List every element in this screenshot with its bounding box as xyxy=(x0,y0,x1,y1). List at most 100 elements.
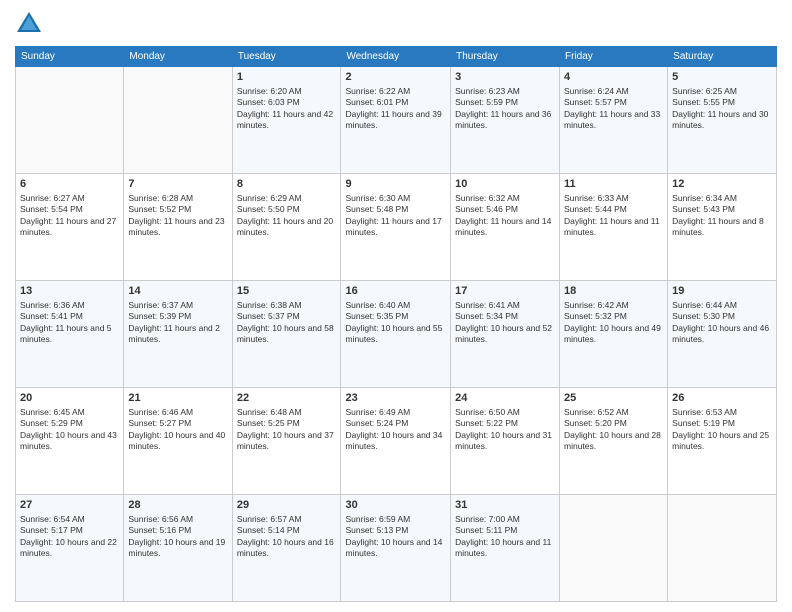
day-info: Sunrise: 6:59 AM Sunset: 5:13 PM Dayligh… xyxy=(345,514,446,560)
table-row: 26Sunrise: 6:53 AM Sunset: 5:19 PM Dayli… xyxy=(668,388,777,495)
calendar-week-row: 20Sunrise: 6:45 AM Sunset: 5:29 PM Dayli… xyxy=(16,388,777,495)
day-info: Sunrise: 6:56 AM Sunset: 5:16 PM Dayligh… xyxy=(128,514,227,560)
logo xyxy=(15,10,47,38)
day-number: 11 xyxy=(564,177,663,192)
table-row: 25Sunrise: 6:52 AM Sunset: 5:20 PM Dayli… xyxy=(560,388,668,495)
table-row: 24Sunrise: 6:50 AM Sunset: 5:22 PM Dayli… xyxy=(451,388,560,495)
col-tuesday: Tuesday xyxy=(232,47,341,67)
day-number: 20 xyxy=(20,391,119,406)
table-row: 29Sunrise: 6:57 AM Sunset: 5:14 PM Dayli… xyxy=(232,495,341,602)
table-row xyxy=(668,495,777,602)
table-row: 1Sunrise: 6:20 AM Sunset: 6:03 PM Daylig… xyxy=(232,67,341,174)
table-row: 17Sunrise: 6:41 AM Sunset: 5:34 PM Dayli… xyxy=(451,281,560,388)
table-row: 20Sunrise: 6:45 AM Sunset: 5:29 PM Dayli… xyxy=(16,388,124,495)
table-row: 15Sunrise: 6:38 AM Sunset: 5:37 PM Dayli… xyxy=(232,281,341,388)
col-wednesday: Wednesday xyxy=(341,47,451,67)
day-info: Sunrise: 6:34 AM Sunset: 5:43 PM Dayligh… xyxy=(672,193,772,239)
table-row: 21Sunrise: 6:46 AM Sunset: 5:27 PM Dayli… xyxy=(124,388,232,495)
day-number: 29 xyxy=(237,498,337,513)
day-number: 15 xyxy=(237,284,337,299)
day-number: 21 xyxy=(128,391,227,406)
day-info: Sunrise: 6:54 AM Sunset: 5:17 PM Dayligh… xyxy=(20,514,119,560)
logo-icon xyxy=(15,10,43,38)
day-info: Sunrise: 6:49 AM Sunset: 5:24 PM Dayligh… xyxy=(345,407,446,453)
day-info: Sunrise: 6:24 AM Sunset: 5:57 PM Dayligh… xyxy=(564,86,663,132)
day-info: Sunrise: 6:32 AM Sunset: 5:46 PM Dayligh… xyxy=(455,193,555,239)
table-row: 14Sunrise: 6:37 AM Sunset: 5:39 PM Dayli… xyxy=(124,281,232,388)
table-row: 7Sunrise: 6:28 AM Sunset: 5:52 PM Daylig… xyxy=(124,174,232,281)
day-number: 3 xyxy=(455,70,555,85)
calendar-week-row: 13Sunrise: 6:36 AM Sunset: 5:41 PM Dayli… xyxy=(16,281,777,388)
calendar-week-row: 6Sunrise: 6:27 AM Sunset: 5:54 PM Daylig… xyxy=(16,174,777,281)
day-info: Sunrise: 6:44 AM Sunset: 5:30 PM Dayligh… xyxy=(672,300,772,346)
col-sunday: Sunday xyxy=(16,47,124,67)
day-info: Sunrise: 6:52 AM Sunset: 5:20 PM Dayligh… xyxy=(564,407,663,453)
day-info: Sunrise: 6:22 AM Sunset: 6:01 PM Dayligh… xyxy=(345,86,446,132)
calendar-table: Sunday Monday Tuesday Wednesday Thursday… xyxy=(15,46,777,602)
day-number: 28 xyxy=(128,498,227,513)
calendar-week-row: 1Sunrise: 6:20 AM Sunset: 6:03 PM Daylig… xyxy=(16,67,777,174)
day-info: Sunrise: 6:45 AM Sunset: 5:29 PM Dayligh… xyxy=(20,407,119,453)
day-info: Sunrise: 6:50 AM Sunset: 5:22 PM Dayligh… xyxy=(455,407,555,453)
table-row xyxy=(124,67,232,174)
col-saturday: Saturday xyxy=(668,47,777,67)
table-row: 23Sunrise: 6:49 AM Sunset: 5:24 PM Dayli… xyxy=(341,388,451,495)
day-info: Sunrise: 6:37 AM Sunset: 5:39 PM Dayligh… xyxy=(128,300,227,346)
day-info: Sunrise: 6:36 AM Sunset: 5:41 PM Dayligh… xyxy=(20,300,119,346)
day-number: 4 xyxy=(564,70,663,85)
table-row: 28Sunrise: 6:56 AM Sunset: 5:16 PM Dayli… xyxy=(124,495,232,602)
day-number: 6 xyxy=(20,177,119,192)
day-info: Sunrise: 6:42 AM Sunset: 5:32 PM Dayligh… xyxy=(564,300,663,346)
day-number: 17 xyxy=(455,284,555,299)
day-number: 26 xyxy=(672,391,772,406)
day-number: 27 xyxy=(20,498,119,513)
table-row: 2Sunrise: 6:22 AM Sunset: 6:01 PM Daylig… xyxy=(341,67,451,174)
day-number: 7 xyxy=(128,177,227,192)
calendar-week-row: 27Sunrise: 6:54 AM Sunset: 5:17 PM Dayli… xyxy=(16,495,777,602)
day-info: Sunrise: 6:46 AM Sunset: 5:27 PM Dayligh… xyxy=(128,407,227,453)
day-info: Sunrise: 6:33 AM Sunset: 5:44 PM Dayligh… xyxy=(564,193,663,239)
day-info: Sunrise: 6:57 AM Sunset: 5:14 PM Dayligh… xyxy=(237,514,337,560)
table-row: 12Sunrise: 6:34 AM Sunset: 5:43 PM Dayli… xyxy=(668,174,777,281)
table-row: 16Sunrise: 6:40 AM Sunset: 5:35 PM Dayli… xyxy=(341,281,451,388)
day-number: 22 xyxy=(237,391,337,406)
day-info: Sunrise: 7:00 AM Sunset: 5:11 PM Dayligh… xyxy=(455,514,555,560)
table-row: 5Sunrise: 6:25 AM Sunset: 5:55 PM Daylig… xyxy=(668,67,777,174)
day-number: 30 xyxy=(345,498,446,513)
day-number: 9 xyxy=(345,177,446,192)
day-number: 8 xyxy=(237,177,337,192)
day-number: 16 xyxy=(345,284,446,299)
table-row: 3Sunrise: 6:23 AM Sunset: 5:59 PM Daylig… xyxy=(451,67,560,174)
day-info: Sunrise: 6:30 AM Sunset: 5:48 PM Dayligh… xyxy=(345,193,446,239)
table-row: 6Sunrise: 6:27 AM Sunset: 5:54 PM Daylig… xyxy=(16,174,124,281)
col-monday: Monday xyxy=(124,47,232,67)
col-friday: Friday xyxy=(560,47,668,67)
day-info: Sunrise: 6:40 AM Sunset: 5:35 PM Dayligh… xyxy=(345,300,446,346)
table-row: 19Sunrise: 6:44 AM Sunset: 5:30 PM Dayli… xyxy=(668,281,777,388)
col-thursday: Thursday xyxy=(451,47,560,67)
day-info: Sunrise: 6:20 AM Sunset: 6:03 PM Dayligh… xyxy=(237,86,337,132)
table-row: 11Sunrise: 6:33 AM Sunset: 5:44 PM Dayli… xyxy=(560,174,668,281)
day-number: 1 xyxy=(237,70,337,85)
table-row: 18Sunrise: 6:42 AM Sunset: 5:32 PM Dayli… xyxy=(560,281,668,388)
day-number: 25 xyxy=(564,391,663,406)
day-info: Sunrise: 6:38 AM Sunset: 5:37 PM Dayligh… xyxy=(237,300,337,346)
day-info: Sunrise: 6:25 AM Sunset: 5:55 PM Dayligh… xyxy=(672,86,772,132)
table-row: 9Sunrise: 6:30 AM Sunset: 5:48 PM Daylig… xyxy=(341,174,451,281)
table-row: 4Sunrise: 6:24 AM Sunset: 5:57 PM Daylig… xyxy=(560,67,668,174)
table-row: 22Sunrise: 6:48 AM Sunset: 5:25 PM Dayli… xyxy=(232,388,341,495)
day-info: Sunrise: 6:41 AM Sunset: 5:34 PM Dayligh… xyxy=(455,300,555,346)
day-number: 13 xyxy=(20,284,119,299)
calendar-header-row: Sunday Monday Tuesday Wednesday Thursday… xyxy=(16,47,777,67)
day-number: 23 xyxy=(345,391,446,406)
table-row: 31Sunrise: 7:00 AM Sunset: 5:11 PM Dayli… xyxy=(451,495,560,602)
table-row: 10Sunrise: 6:32 AM Sunset: 5:46 PM Dayli… xyxy=(451,174,560,281)
day-number: 2 xyxy=(345,70,446,85)
day-number: 5 xyxy=(672,70,772,85)
day-number: 18 xyxy=(564,284,663,299)
day-number: 31 xyxy=(455,498,555,513)
day-info: Sunrise: 6:53 AM Sunset: 5:19 PM Dayligh… xyxy=(672,407,772,453)
table-row: 13Sunrise: 6:36 AM Sunset: 5:41 PM Dayli… xyxy=(16,281,124,388)
day-number: 14 xyxy=(128,284,227,299)
day-info: Sunrise: 6:48 AM Sunset: 5:25 PM Dayligh… xyxy=(237,407,337,453)
